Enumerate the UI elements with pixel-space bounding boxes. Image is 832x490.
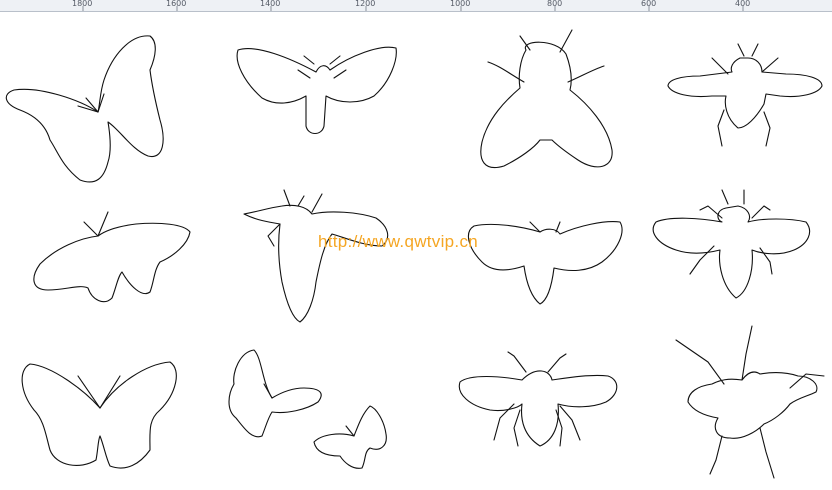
ruler-label: 400 bbox=[735, 0, 751, 8]
fly-1[interactable] bbox=[480, 29, 613, 168]
ruler-label: 1200 bbox=[355, 0, 376, 8]
butterfly-2[interactable] bbox=[33, 211, 191, 303]
watermark-text: http://www.qwtvip.cn bbox=[318, 232, 479, 251]
moth-1[interactable] bbox=[236, 46, 397, 135]
ruler-label: 1000 bbox=[450, 0, 471, 8]
butterfly-3[interactable] bbox=[21, 361, 177, 469]
butterfly-1[interactable] bbox=[5, 35, 164, 183]
bee-3[interactable] bbox=[458, 351, 618, 447]
butterflies-pair[interactable] bbox=[228, 349, 387, 469]
bee-1[interactable] bbox=[667, 43, 823, 147]
ruler-label: 1600 bbox=[166, 0, 187, 8]
ruler-label: 1400 bbox=[260, 0, 281, 8]
moth-2[interactable] bbox=[243, 189, 389, 323]
ruler-ticks bbox=[82, 6, 744, 11]
beetle-1[interactable] bbox=[675, 325, 825, 479]
horizontal-ruler[interactable]: 1800 1600 1400 1200 1000 800 600 400 bbox=[0, 0, 832, 12]
bee-2[interactable] bbox=[652, 189, 811, 299]
ruler-label: 1800 bbox=[72, 0, 93, 8]
moth-3[interactable] bbox=[467, 221, 623, 305]
ruler-label: 600 bbox=[641, 0, 657, 8]
ruler-label: 800 bbox=[547, 0, 563, 8]
